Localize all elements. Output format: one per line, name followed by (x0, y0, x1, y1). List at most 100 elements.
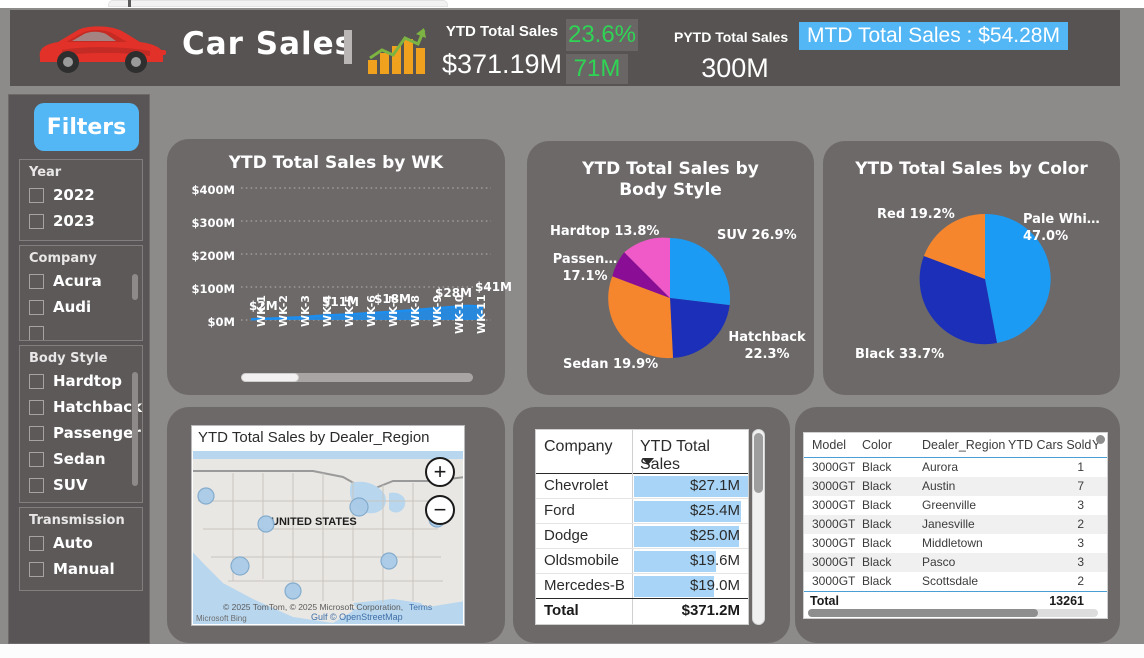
checkbox-icon[interactable] (29, 477, 44, 493)
kpi-ytd-label: YTD Total Sales (445, 23, 559, 40)
slicer-item-audi[interactable]: Audi (20, 294, 142, 320)
kpi-pytd-value: 300M (701, 53, 769, 83)
slicer-item-hatchback[interactable]: Hatchback (20, 394, 142, 420)
browser-tab[interactable] (108, 0, 448, 7)
table-row[interactable]: 3000GT Black Janesville 2 (804, 515, 1107, 534)
map-zoom-in-button[interactable]: + (425, 457, 455, 487)
table-row[interactable]: Dodge $25.0M (536, 524, 748, 549)
slicer-item-auto[interactable]: Auto (20, 530, 142, 556)
browser-tab-marker (128, 0, 131, 7)
y-axis-tick-100: $100M (191, 282, 235, 296)
kpi-pytd-label: PYTD Total Sales (674, 29, 789, 45)
column-header-company[interactable]: Company (544, 438, 612, 456)
slicer-company-title: Company (29, 251, 97, 266)
cell-model: 3000GT (812, 460, 856, 474)
slicer-item-label: Audi (53, 298, 92, 316)
table-row[interactable]: 3000GT Black Aurora 1 (804, 458, 1107, 477)
filters-panel: Filters Year 2022 2023 Company Acura Aud… (8, 94, 150, 644)
company-table[interactable]: Company YTD Total Sales Chevrolet $27.1M… (535, 429, 749, 625)
cell-model: 3000GT (812, 498, 856, 512)
pie-label-hatchback: Hatchback 22.3% (728, 330, 806, 362)
column-header-dealer-region[interactable]: Dealer_Region (922, 438, 1005, 452)
cell-model: 3000GT (812, 517, 856, 531)
table-row[interactable]: 3000GT Black Greenville 3 (804, 496, 1107, 515)
map-graphic: UNITED STATES (193, 451, 463, 624)
column-header-model[interactable]: Model (812, 438, 846, 452)
table-row[interactable]: 3000GT Black Middletown 3 (804, 534, 1107, 553)
company-table-scrollbar-thumb[interactable] (754, 433, 763, 493)
ytd-sales-by-wk-card: YTD Total Sales by WK $0M $100M $200M $3… (167, 139, 512, 395)
checkbox-icon[interactable] (29, 399, 44, 415)
column-header-ytd-total-sales[interactable]: YTD Total Sales (640, 438, 748, 474)
report-header: Car Sales YTD Total Sales $371.19M 23.6%… (10, 10, 1120, 86)
slicer-item-hardtop[interactable]: Hardtop (20, 368, 142, 394)
x-tick-wk-6: WK-6 (365, 295, 378, 327)
column-header-ytd-cars-sold[interactable]: YTD Cars Sold (1008, 438, 1091, 452)
slicer-item-sedan[interactable]: Sedan (20, 446, 142, 472)
map-zoom-out-button[interactable]: − (425, 495, 455, 525)
table-row[interactable]: 3000GT Black Scottsdale 2 (804, 572, 1107, 591)
cell-sales: $19.0M (689, 577, 740, 594)
column-resize-handle-icon[interactable] (1096, 435, 1105, 444)
cell-region: Janesville (922, 517, 975, 531)
slicer-item-2023[interactable]: 2023 (20, 208, 142, 234)
dealer-region-map[interactable]: YTD Total Sales by Dealer_Region UNITED … (191, 425, 465, 626)
cell-color: Black (862, 517, 892, 531)
kpi-mtd-total-sales: MTD Total Sales : $54.28M (799, 22, 1068, 50)
checkbox-icon[interactable] (29, 535, 44, 551)
slicer-body-style[interactable]: Body Style Hardtop Hatchback Passenger S… (19, 345, 143, 503)
cell-sold: 2 (1077, 517, 1084, 531)
table-row[interactable]: Mercedes-B $19.0M (536, 574, 748, 599)
x-tick-wk-4: WK-4 (321, 295, 334, 327)
chart-horizontal-scrollbar-thumb[interactable] (241, 373, 299, 382)
detail-table[interactable]: Model Color Dealer_Region YTD Cars Sold … (803, 432, 1108, 619)
cell-sales: $25.0M (689, 527, 740, 544)
slicer-item-2022[interactable]: 2022 (20, 182, 142, 208)
data-label-wk11: $41M (475, 280, 512, 294)
kpi-growth-percent: 23.6% (566, 19, 638, 51)
page-title: Car Sales (182, 26, 355, 62)
table-row[interactable]: Oldsmobile $19.6M (536, 549, 748, 574)
ytd-sales-by-body-style-title: YTD Total Sales by Body Style (582, 159, 759, 200)
slicer-item-label: Acura (53, 272, 102, 290)
slicer-item-suv[interactable]: SUV (20, 472, 142, 498)
x-tick-wk-9: WK-9 (431, 295, 444, 327)
pie-label-passenger: Passen… 17.1% (552, 252, 618, 284)
slicer-body-style-scrollbar[interactable] (132, 372, 138, 486)
cell-sales: $25.4M (689, 502, 740, 519)
checkbox-icon[interactable] (29, 451, 44, 467)
map-canvas[interactable]: UNITED STATES © 2025 TomTom, © 2025 Micr… (193, 451, 463, 624)
slicer-company[interactable]: Company Acura Audi (19, 245, 143, 341)
slicer-item-acura[interactable]: Acura (20, 268, 142, 294)
cell-sold: 3 (1077, 555, 1084, 569)
column-header-color[interactable]: Color (862, 438, 892, 452)
detail-table-horizontal-scrollbar-thumb[interactable] (808, 609, 1038, 617)
checkbox-icon[interactable] (29, 213, 44, 229)
checkbox-icon[interactable] (29, 561, 44, 577)
table-row[interactable]: Chevrolet $27.1M (536, 474, 748, 499)
checkbox-icon[interactable] (29, 299, 44, 315)
cell-region: Austin (922, 479, 956, 493)
checkbox-icon[interactable] (29, 425, 44, 441)
slicer-item-partial[interactable] (20, 320, 142, 340)
bing-logo: Microsoft Bing (196, 614, 247, 623)
cell-color: Black (862, 498, 892, 512)
checkbox-icon[interactable] (29, 373, 44, 389)
ytd-sales-by-color-card: YTD Total Sales by Color Red 19.2% Pale … (823, 141, 1120, 395)
map-terms-link[interactable]: Terms (409, 602, 432, 612)
checkbox-icon[interactable] (29, 325, 44, 340)
cell-region: Scottsdale (922, 574, 979, 588)
slicer-transmission[interactable]: Transmission Auto Manual (19, 507, 143, 591)
cell-model: 3000GT (812, 555, 856, 569)
slicer-item-manual[interactable]: Manual (20, 556, 142, 582)
slicer-year[interactable]: Year 2022 2023 (19, 159, 143, 241)
table-row[interactable]: 3000GT Black Pasco 3 (804, 553, 1107, 572)
sort-descending-icon[interactable] (642, 458, 654, 465)
slicer-company-scrollbar[interactable] (132, 274, 138, 300)
checkbox-icon[interactable] (29, 187, 44, 203)
checkbox-icon[interactable] (29, 273, 44, 289)
table-row[interactable]: 3000GT Black Austin 7 (804, 477, 1107, 496)
slicer-item-passenger[interactable]: Passenger (20, 420, 142, 446)
table-row[interactable]: Ford $25.4M (536, 499, 748, 524)
filters-button[interactable]: Filters (34, 103, 139, 151)
